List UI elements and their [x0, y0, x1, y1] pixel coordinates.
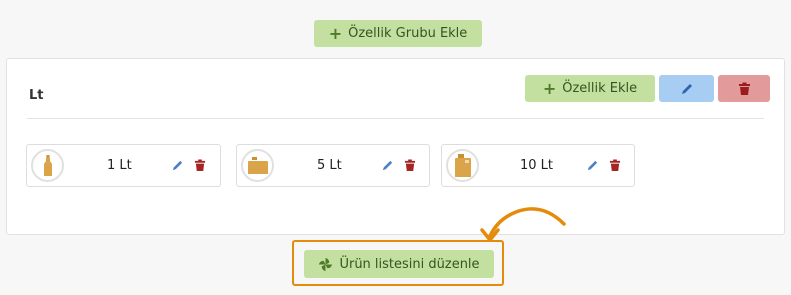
- canister-icon: [241, 149, 274, 182]
- feature-group-title: Lt: [29, 88, 44, 103]
- trash-icon: [738, 82, 750, 95]
- jerrycan-icon: [446, 149, 479, 182]
- pencil-icon[interactable]: [584, 157, 600, 173]
- feature-item-5lt: 5 Lt: [236, 144, 430, 187]
- add-feature-group-label: Özellik Grubu Ekle: [348, 26, 468, 41]
- plus-icon: +: [542, 78, 557, 98]
- pencil-icon: [681, 83, 692, 94]
- feature-item-label: 10 Lt: [520, 158, 554, 173]
- edit-group-button[interactable]: [659, 75, 714, 102]
- add-feature-button[interactable]: + Özellik Ekle: [525, 75, 655, 102]
- trash-icon[interactable]: [402, 157, 418, 173]
- delete-group-button[interactable]: [718, 75, 770, 102]
- edit-product-list-label: Ürün listesini düzenle: [339, 256, 480, 272]
- feature-group-card: Lt + Özellik Ekle 1 Lt 5 Lt 10 Lt: [6, 58, 785, 235]
- bottle-icon: [31, 149, 64, 182]
- edit-product-list-button[interactable]: Ürün listesini düzenle: [304, 250, 494, 278]
- plus-icon: +: [328, 23, 343, 43]
- trash-icon[interactable]: [192, 157, 208, 173]
- add-feature-group-button[interactable]: + Özellik Grubu Ekle: [314, 20, 482, 47]
- pencil-icon[interactable]: [379, 157, 395, 173]
- trash-icon[interactable]: [607, 157, 623, 173]
- divider: [27, 118, 764, 119]
- pinwheel-icon: [319, 257, 333, 271]
- pencil-icon[interactable]: [169, 157, 185, 173]
- add-feature-label: Özellik Ekle: [562, 81, 638, 96]
- feature-item-label: 1 Lt: [107, 158, 132, 173]
- feature-item-label: 5 Lt: [317, 158, 342, 173]
- feature-item-10lt: 10 Lt: [441, 144, 635, 187]
- feature-item-1lt: 1 Lt: [26, 144, 221, 187]
